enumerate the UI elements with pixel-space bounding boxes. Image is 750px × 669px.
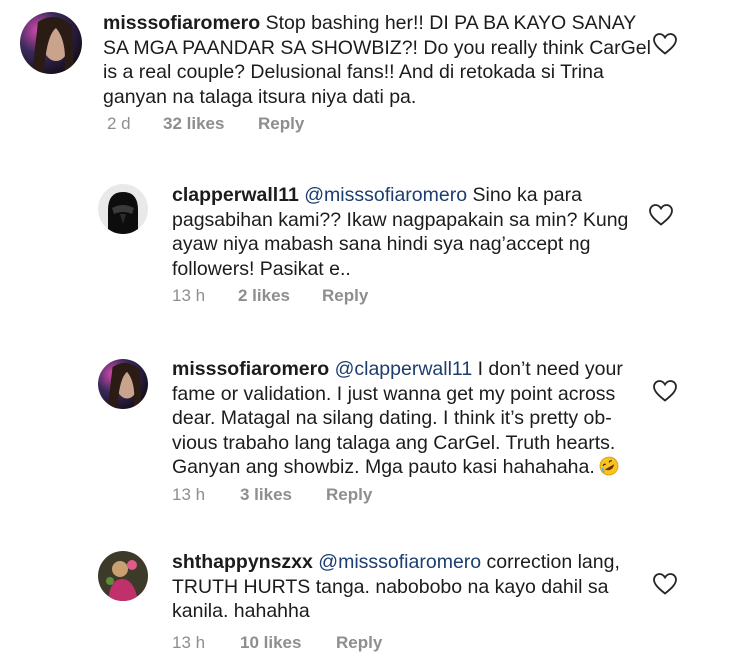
comment-meta: 2 d 32 likes Reply [107,114,304,134]
mention-link[interactable]: @clapperwall11 [335,358,473,380]
avatar[interactable] [98,551,148,601]
like-heart-icon[interactable] [652,572,678,596]
comment-line: ganyan na talaga itsura niya dati pa. [103,85,417,108]
comment-time: 13 h [172,633,206,652]
comment-text: misssofiaromero @clapperwall11 I don’t n… [172,357,652,480]
comment-meta: 13 h 10 likes Reply [172,633,382,653]
comment-line: Sino ka para [467,184,582,206]
reply-button[interactable]: Reply [322,286,368,306]
comment-line: correction lang, [481,551,620,573]
comment-username[interactable]: shthappynszxx [172,551,313,573]
comment-text: shthappynszxx @misssofiaromero correctio… [172,550,652,624]
comment-line: dear. Matagal na silang dating. I think … [172,407,612,429]
reply-button[interactable]: Reply [326,485,372,505]
rolling-laughing-emoji-icon [599,456,619,476]
comment-time: 13 h [172,485,206,504]
likes-count[interactable]: 3 likes [240,485,326,505]
likes-count[interactable]: 32 likes [163,114,258,134]
avatar[interactable] [98,359,148,409]
comment-line: kanila. hahahha [172,600,310,622]
avatar[interactable] [98,184,148,234]
mention-link[interactable]: @misssofiaromero [318,551,481,573]
comment-line: Ganyan ang showbiz. Mga pauto kasi hahah… [172,456,595,478]
comment-time: 2 d [107,114,131,133]
comment-username[interactable]: misssofiaromero [103,12,260,34]
comment-line: pagsabihan kami?? Ikaw nagpapakain sa mi… [172,208,629,231]
comment-meta: 13 h 3 likes Reply [172,485,372,505]
comment-line: vious trabaho lang talaga ang CarGel. Tr… [172,431,616,454]
comment-username[interactable]: misssofiaromero [172,358,329,380]
likes-count[interactable]: 2 likes [238,286,322,306]
comment-line: I don’t need your [472,358,623,380]
mention-link[interactable]: @misssofiaromero [304,184,467,206]
like-heart-icon[interactable] [652,32,678,56]
comment-line: SA MGA PAANDAR SA SHOWBIZ?! Do you reall… [103,36,651,59]
likes-count[interactable]: 10 likes [240,633,336,653]
reply-button[interactable]: Reply [258,114,304,134]
avatar[interactable] [20,12,82,74]
like-heart-icon[interactable] [648,203,674,227]
comment-meta: 13 h 2 likes Reply [172,286,368,306]
comment-line: TRUTH HURTS tanga. nabobobo na kayo dahi… [172,575,609,598]
comment-line: is a real couple? Delusional fans!! And … [103,61,604,83]
comment-username[interactable]: clapperwall11 [172,184,299,206]
comment-line: ayaw niya mabash sana hindi sya nag’acce… [172,233,591,255]
comment-text: clapperwall11 @misssofiaromero Sino ka p… [172,183,652,281]
comment-line: Stop bashing her!! DI PA BA KAYO SANAY [260,12,637,34]
comment-time: 13 h [172,286,206,305]
comment-line: fame or validation. I just wanna get my … [172,382,616,405]
reply-button[interactable]: Reply [336,633,382,653]
comment-text: misssofiaromero Stop bashing her!! DI PA… [103,11,663,109]
comment-line: followers! Pasikat e.. [172,257,351,280]
like-heart-icon[interactable] [652,379,678,403]
